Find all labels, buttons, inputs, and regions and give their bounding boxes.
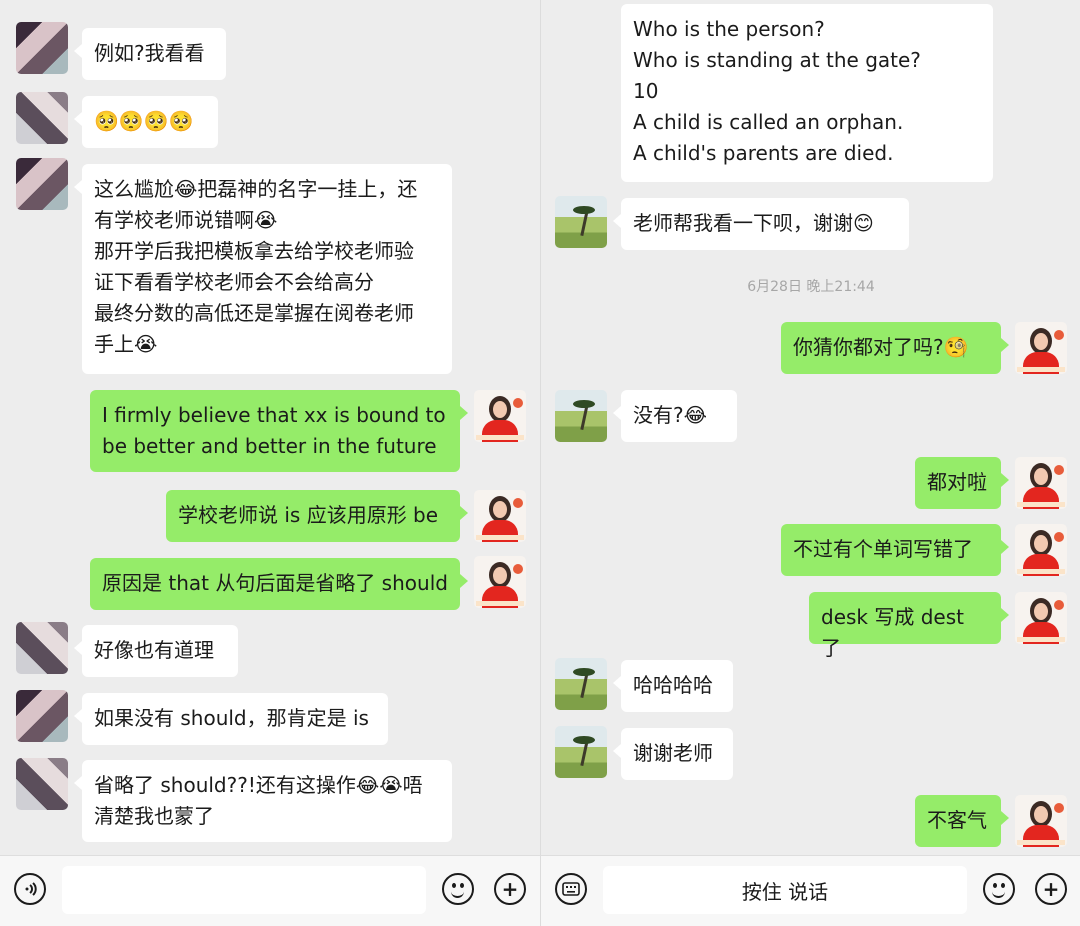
keyboard-icon[interactable] [555,873,587,905]
teacher-avatar[interactable] [474,390,526,442]
student-avatar[interactable] [555,390,607,442]
voice-icon[interactable] [14,873,46,905]
message-bubble[interactable]: 例如?我看看 [74,28,226,80]
message-bubble[interactable]: 好像也有道理 [74,625,238,677]
contact-avatar[interactable] [16,690,68,742]
student-avatar[interactable] [555,658,607,710]
contact-avatar[interactable] [16,158,68,210]
message-bubble[interactable]: 谢谢老师 [613,728,733,780]
teacher-avatar[interactable] [474,556,526,608]
plus-icon[interactable]: + [1035,873,1067,905]
student-avatar[interactable] [555,726,607,778]
message-bubble[interactable]: 没有?😂 [613,390,737,442]
contact-avatar[interactable] [16,92,68,144]
message-bubble[interactable]: 你猜你都对了吗?🧐 [781,322,1009,374]
right-chat-panel: Who is the person? Who is standing at th… [540,0,1080,926]
left-chat-panel: 例如?我看看 🥺🥺🥺🥺 这么尴尬😂把磊神的名字一挂上，还 有学校老师说错啊😭 那… [0,0,540,926]
chat-input-bar: 按住 说话 + [541,855,1080,926]
hold-to-talk-label: 按住 说话 [741,879,829,904]
message-bubble[interactable]: 省略了 should??!还有这操作😂😭唔 清楚我也蒙了 [74,760,452,842]
contact-avatar[interactable] [16,22,68,74]
hold-to-talk-button[interactable]: 按住 说话 [603,866,967,914]
message-bubble[interactable]: Who is the person? Who is standing at th… [621,4,993,182]
message-bubble[interactable]: 学校老师说 is 应该用原形 be [166,490,468,542]
message-bubble[interactable]: 🥺🥺🥺🥺 [74,96,218,148]
student-avatar[interactable] [555,196,607,248]
message-bubble[interactable]: 哈哈哈哈 [613,660,733,712]
message-bubble[interactable]: 都对啦 [915,457,1009,509]
emoji-icon[interactable] [983,873,1015,905]
teacher-avatar[interactable] [1015,592,1067,644]
chat-input-bar: + [0,855,540,926]
contact-avatar[interactable] [16,758,68,810]
message-bubble[interactable]: 不过有个单词写错了 [781,524,1009,576]
teacher-avatar[interactable] [1015,524,1067,576]
teacher-avatar[interactable] [1015,795,1067,847]
teacher-avatar[interactable] [474,490,526,542]
message-bubble[interactable]: I firmly believe that xx is bound to be … [90,390,468,472]
message-bubble[interactable]: 不客气 [915,795,1009,847]
contact-avatar[interactable] [16,622,68,674]
timestamp: 6月28日 晚上21:44 [747,279,875,295]
message-bubble[interactable]: desk 写成 dest 了 [809,592,1009,660]
message-bubble[interactable]: 这么尴尬😂把磊神的名字一挂上，还 有学校老师说错啊😭 那开学后我把模板拿去给学校… [74,164,452,374]
message-input[interactable] [62,866,426,914]
teacher-avatar[interactable] [1015,457,1067,509]
message-bubble[interactable]: 如果没有 should，那肯定是 is [74,693,388,745]
teacher-avatar[interactable] [1015,322,1067,374]
emoji-icon[interactable] [442,873,474,905]
plus-icon[interactable]: + [494,873,526,905]
message-bubble[interactable]: 原因是 that 从句后面是省略了 should [90,558,468,610]
message-bubble[interactable]: 老师帮我看一下呗，谢谢😊 [613,198,909,250]
